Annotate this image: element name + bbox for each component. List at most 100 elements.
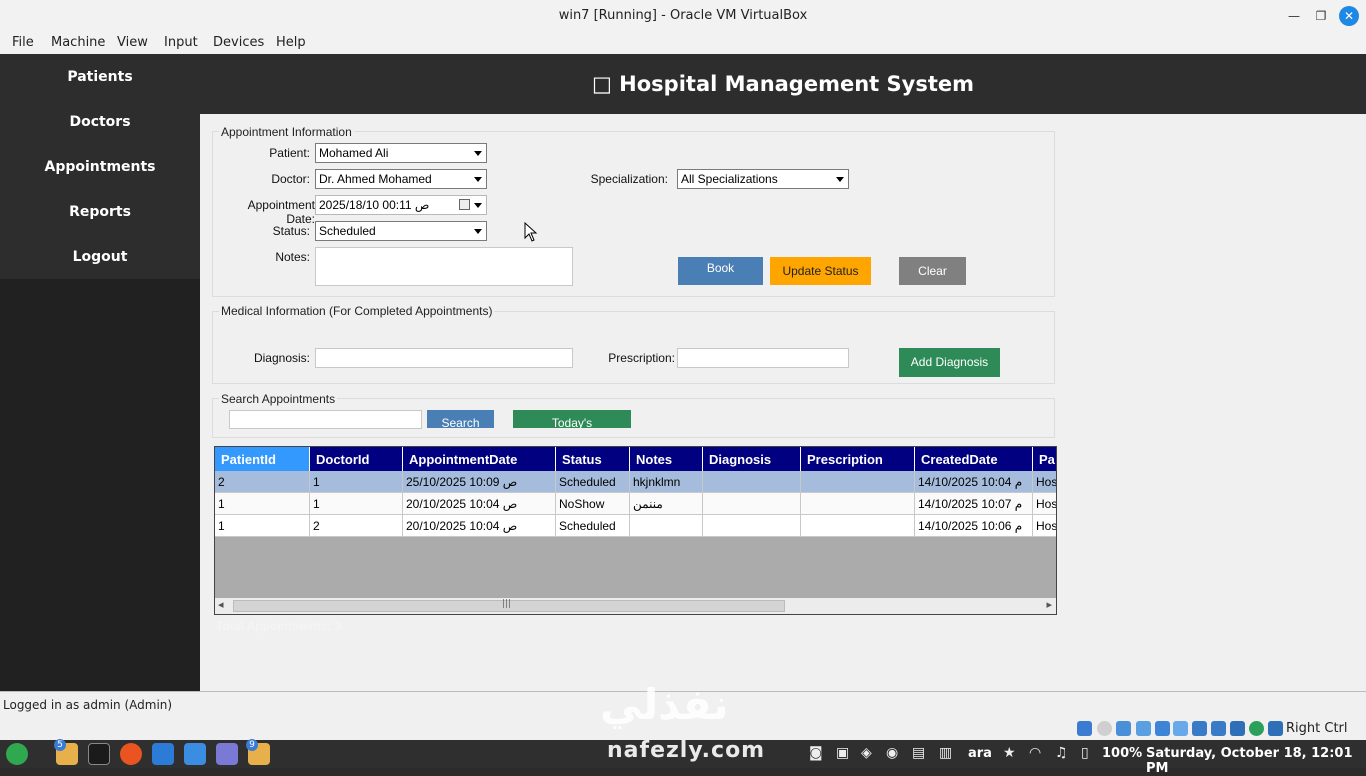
table-cell: 20/10/2025 10:04 ص [403,493,556,515]
keyboard-layout[interactable]: ara [968,746,992,761]
column-header[interactable]: Prescription [801,447,915,471]
zorin-menu-icon[interactable] [6,743,28,765]
maximize-icon[interactable]: ❐ [1311,6,1331,26]
column-header[interactable]: PatientId [215,447,310,471]
table-cell: مننمن [630,493,703,515]
volume-level[interactable]: 100% [1102,746,1142,761]
menu-input[interactable]: Input [164,35,198,50]
audio-icon[interactable] [1116,721,1131,736]
virtualbox-icon[interactable] [184,743,206,765]
menu-file[interactable]: File [12,35,34,50]
sidebar-item-doctors[interactable]: Doctors [0,114,200,130]
add-diagnosis-button[interactable]: Add Diagnosis [899,348,1000,377]
scroll-left-icon[interactable]: ◂ [218,598,224,611]
shared-folders-icon[interactable] [1173,721,1188,736]
window-title: win7 [Running] - Oracle VM VirtualBox [558,8,808,23]
column-header[interactable]: DoctorId [310,447,403,471]
shield-icon[interactable]: ◈ [861,745,872,761]
specialization-select[interactable]: All Specializations [677,169,849,189]
clear-button[interactable]: Clear [899,257,966,285]
doctor-label: Doctor: [271,172,310,186]
firefox-icon[interactable] [120,743,142,765]
search-input[interactable] [229,410,422,429]
chevron-down-icon [474,151,482,156]
scroll-grip-icon: ||| [502,599,512,609]
appointment-date-picker[interactable]: ص 00:11 2025/18/10 [315,195,487,215]
document-icon[interactable]: ▥ [939,745,952,761]
sidebar-item-reports[interactable]: Reports [0,204,200,220]
update-status-button[interactable]: Update Status [770,257,871,285]
recording-icon[interactable] [1211,721,1226,736]
star-icon[interactable]: ★ [1003,745,1016,761]
music-icon[interactable]: ♫ [1055,745,1068,761]
sidebar-item-logout[interactable]: Logout [0,249,200,265]
notes-textarea[interactable] [315,247,573,286]
medical-info-title: Medical Information (For Completed Appoi… [219,304,495,318]
sidebar-item-patients[interactable]: Patients [0,69,200,85]
terminal-icon[interactable] [88,743,110,765]
todays-button[interactable]: Today's [513,410,631,428]
diagnosis-input[interactable] [315,348,573,368]
screenshot-icon[interactable]: ◙ [809,745,823,761]
badge: 9 [246,739,258,751]
keyboard-capture-icon[interactable] [1268,721,1283,736]
clipboard-icon[interactable]: ▣ [836,745,849,761]
patient-select-value: Mohamed Ali [319,146,389,160]
table-row[interactable]: 1 2 20/10/2025 10:04 ص Scheduled 14/10/2… [215,515,1056,537]
display-icon[interactable] [1192,721,1207,736]
vbox-menu-bar: File Machine View Input Devices Help [0,32,1366,54]
column-header[interactable]: Notes [630,447,703,471]
usb-icon[interactable] [1155,721,1170,736]
prescription-input[interactable] [677,348,849,368]
prescription-label: Prescription: [608,351,675,365]
column-header[interactable]: CreatedDate [915,447,1033,471]
appointment-date-label: Appointment Date: [247,198,315,226]
table-cell: 1 [215,493,310,515]
printer-icon[interactable]: ▤ [912,745,925,761]
battery-icon[interactable]: ▯ [1081,745,1089,761]
menu-machine[interactable]: Machine [51,35,105,50]
guest-screen: Patients Doctors Appointments Reports Lo… [0,54,1366,718]
table-row[interactable]: 2 1 25/10/2025 10:09 ص Scheduled hkjnklm… [215,471,1056,493]
book-button[interactable]: Book [678,257,763,285]
horizontal-scrollbar[interactable]: ◂ ||| ▸ [215,598,1056,614]
clock[interactable]: Saturday, October 18, 12:01 PM [1146,746,1366,776]
text-editor-icon[interactable] [216,743,238,765]
network-icon[interactable] [1136,721,1151,736]
menu-view[interactable]: View [117,35,148,50]
doctor-select[interactable]: Dr. Ahmed Mohamed [315,169,487,189]
sidebar-item-appointments[interactable]: Appointments [0,159,200,175]
close-icon[interactable]: ✕ [1339,6,1359,26]
column-header[interactable]: Diagnosis [703,447,801,471]
scroll-right-icon[interactable]: ▸ [1046,598,1052,611]
wifi-icon[interactable]: ◠ [1029,745,1041,761]
table-cell [703,471,801,493]
notes-label: Notes: [275,250,310,264]
cpu-icon[interactable] [1230,721,1245,736]
table-row[interactable]: 1 1 20/10/2025 10:04 ص NoShow مننمن 14/1… [215,493,1056,515]
status-select[interactable]: Scheduled [315,221,487,241]
appointments-panel: Appointment Information Patient: Mohamed… [202,114,1366,691]
column-header[interactable]: AppointmentDate [403,447,556,471]
table-cell [801,515,915,537]
search-button[interactable]: Search [427,410,494,428]
appointments-grid[interactable]: PatientId DoctorId AppointmentDate Statu… [214,446,1057,615]
minimize-icon[interactable]: — [1284,6,1304,26]
doctor-select-value: Dr. Ahmed Mohamed [319,172,432,186]
patient-select[interactable]: Mohamed Ali [315,143,487,163]
calendar-icon[interactable] [459,199,470,210]
column-header[interactable]: Status [556,447,630,471]
device-icon[interactable]: ◉ [886,745,898,761]
files-icon[interactable]: 5 [54,739,78,765]
vscode-icon[interactable] [152,743,174,765]
folder-icon[interactable]: 9 [246,739,270,765]
menu-devices[interactable]: Devices [213,35,264,50]
page-title: □ Hospital Management System [592,72,974,96]
mouse-integration-icon[interactable] [1249,721,1264,736]
table-cell: 25/10/2025 10:09 ص [403,471,556,493]
column-header[interactable]: Pa [1033,447,1056,471]
scroll-thumb[interactable]: ||| [233,599,785,612]
menu-help[interactable]: Help [276,35,306,50]
optical-drive-icon[interactable] [1097,721,1112,736]
harddisk-icon[interactable] [1077,721,1092,736]
